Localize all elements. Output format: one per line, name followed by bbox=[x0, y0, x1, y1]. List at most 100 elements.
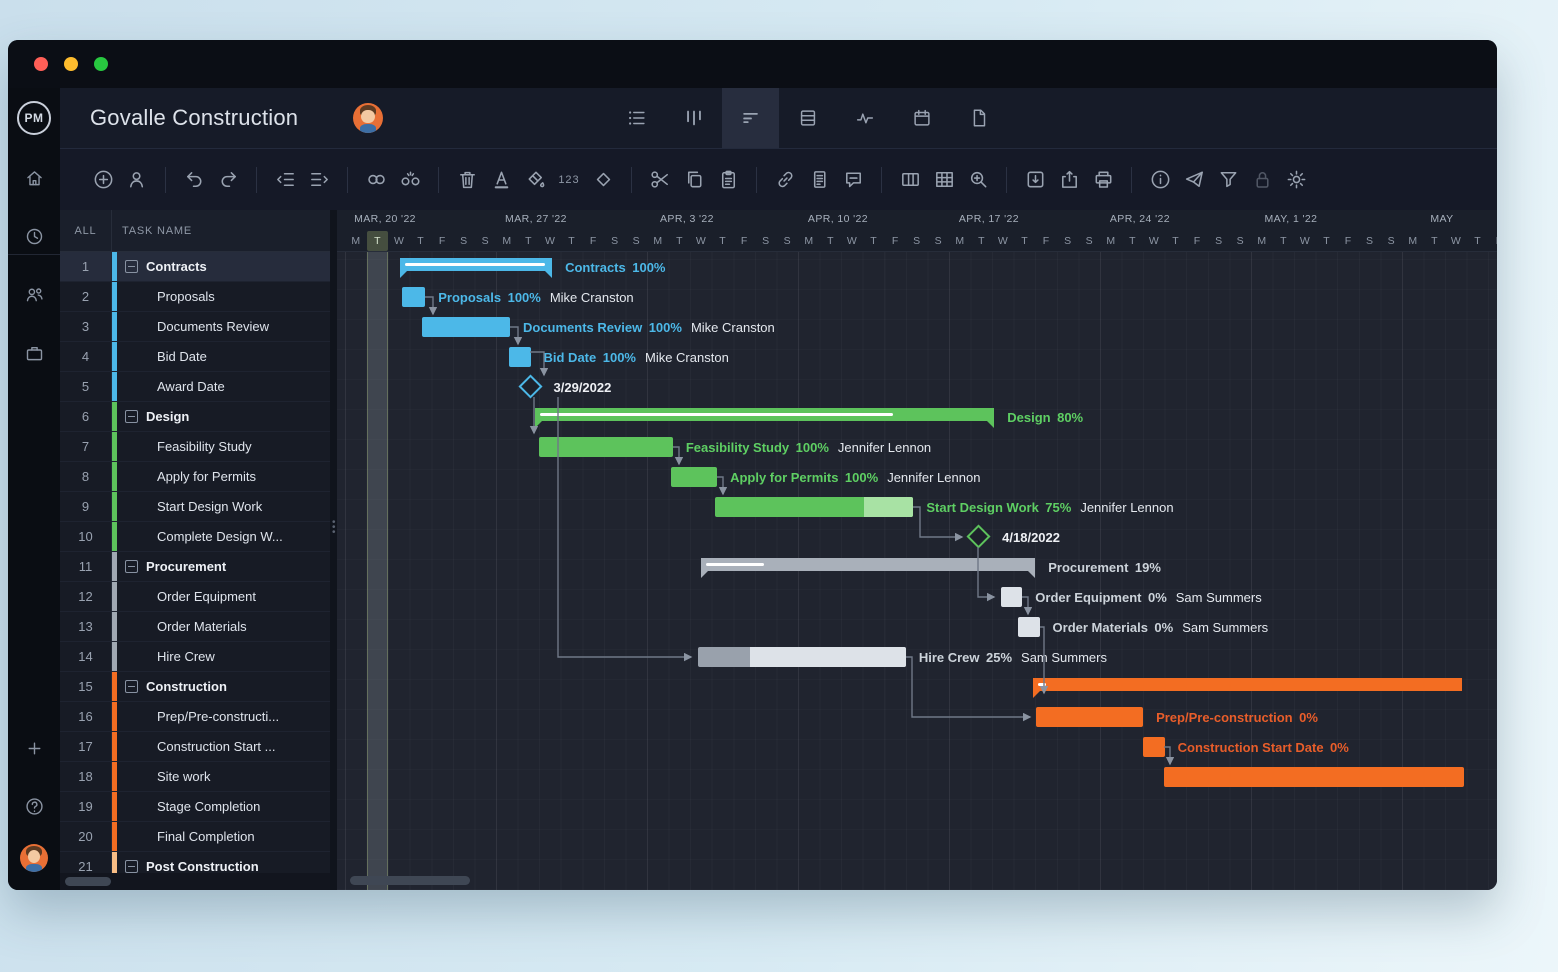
zoom-icon[interactable] bbox=[961, 163, 995, 197]
table-row[interactable]: 13Order Materials bbox=[60, 612, 330, 642]
gantt-task-bar[interactable] bbox=[1143, 737, 1165, 757]
table-row[interactable]: 4Bid Date bbox=[60, 342, 330, 372]
task-name-cell[interactable]: Start Design Work bbox=[117, 492, 330, 521]
lock-icon[interactable] bbox=[1245, 163, 1279, 197]
table-row[interactable]: 8Apply for Permits bbox=[60, 462, 330, 492]
app-logo[interactable]: PM bbox=[8, 88, 60, 148]
gantt-task-bar[interactable] bbox=[715, 497, 913, 517]
nav-team-icon[interactable] bbox=[8, 276, 60, 312]
gantt-scrollbar-thumb[interactable] bbox=[350, 876, 470, 885]
table-row[interactable]: 20Final Completion bbox=[60, 822, 330, 852]
gantt-summary-bar[interactable] bbox=[535, 408, 994, 421]
collapse-icon[interactable] bbox=[125, 410, 138, 423]
minimize-window-button[interactable] bbox=[64, 57, 78, 71]
gantt-task-bar[interactable] bbox=[402, 287, 425, 307]
gantt-summary-bar[interactable] bbox=[400, 258, 552, 271]
table-icon[interactable] bbox=[927, 163, 961, 197]
attachment-icon[interactable] bbox=[768, 163, 802, 197]
fill-color-icon[interactable] bbox=[518, 163, 552, 197]
print-icon[interactable] bbox=[1086, 163, 1120, 197]
gantt-task-bar[interactable] bbox=[698, 647, 906, 667]
user-avatar[interactable] bbox=[8, 840, 60, 876]
gantt-task-bar[interactable] bbox=[539, 437, 673, 457]
table-row[interactable]: 2Proposals bbox=[60, 282, 330, 312]
copy-icon[interactable] bbox=[677, 163, 711, 197]
notes-icon[interactable] bbox=[802, 163, 836, 197]
maximize-window-button[interactable] bbox=[94, 57, 108, 71]
table-row[interactable]: 15Construction bbox=[60, 672, 330, 702]
task-name-cell[interactable]: Order Materials bbox=[117, 612, 330, 641]
nav-add-icon[interactable] bbox=[8, 730, 60, 766]
gantt-task-bar[interactable] bbox=[1036, 707, 1143, 727]
numbers-icon[interactable]: 123 bbox=[552, 163, 586, 197]
close-window-button[interactable] bbox=[34, 57, 48, 71]
task-name-cell[interactable]: Procurement bbox=[117, 552, 330, 581]
task-name-cell[interactable]: Stage Completion bbox=[117, 792, 330, 821]
panel-resize-handle[interactable]: ••• bbox=[330, 210, 337, 890]
delete-icon[interactable] bbox=[450, 163, 484, 197]
info-icon[interactable] bbox=[1143, 163, 1177, 197]
gantt-task-bar[interactable] bbox=[422, 317, 510, 337]
font-color-icon[interactable] bbox=[484, 163, 518, 197]
gantt-task-bar[interactable] bbox=[509, 347, 531, 367]
add-user-icon[interactable] bbox=[120, 163, 154, 197]
milestone-icon[interactable] bbox=[586, 163, 620, 197]
table-row[interactable]: 10Complete Design W... bbox=[60, 522, 330, 552]
settings-icon[interactable] bbox=[1279, 163, 1313, 197]
task-name-cell[interactable]: Hire Crew bbox=[117, 642, 330, 671]
collapse-icon[interactable] bbox=[125, 560, 138, 573]
export-icon[interactable] bbox=[1052, 163, 1086, 197]
task-name-cell[interactable]: Final Completion bbox=[117, 822, 330, 851]
tab-document[interactable] bbox=[950, 88, 1007, 148]
table-row[interactable]: 3Documents Review bbox=[60, 312, 330, 342]
indent-icon[interactable] bbox=[302, 163, 336, 197]
task-name-cell[interactable]: Award Date bbox=[117, 372, 330, 401]
unlink-tasks-icon[interactable] bbox=[393, 163, 427, 197]
table-row[interactable]: 12Order Equipment bbox=[60, 582, 330, 612]
task-name-cell[interactable]: Feasibility Study bbox=[117, 432, 330, 461]
nav-portfolio-icon[interactable] bbox=[8, 335, 60, 371]
task-name-cell[interactable]: Construction bbox=[117, 672, 330, 701]
nav-help-icon[interactable] bbox=[8, 788, 60, 824]
gantt-summary-bar[interactable] bbox=[1033, 678, 1462, 691]
comment-icon[interactable] bbox=[836, 163, 870, 197]
table-row[interactable]: 17Construction Start ... bbox=[60, 732, 330, 762]
filter-icon[interactable] bbox=[1211, 163, 1245, 197]
task-name-cell[interactable]: Documents Review bbox=[117, 312, 330, 341]
table-row[interactable]: 1Contracts bbox=[60, 252, 330, 282]
column-header-task-name[interactable]: TASK NAME bbox=[112, 210, 330, 251]
table-row[interactable]: 9Start Design Work bbox=[60, 492, 330, 522]
task-name-cell[interactable]: Bid Date bbox=[117, 342, 330, 371]
table-row[interactable]: 7Feasibility Study bbox=[60, 432, 330, 462]
gantt-task-bar[interactable] bbox=[1018, 617, 1040, 637]
nav-timesheet-icon[interactable] bbox=[8, 218, 60, 254]
tab-sheet[interactable] bbox=[779, 88, 836, 148]
task-name-cell[interactable]: Construction Start ... bbox=[117, 732, 330, 761]
project-owner-avatar[interactable] bbox=[353, 103, 383, 133]
nav-home-icon[interactable] bbox=[8, 160, 60, 196]
task-name-cell[interactable]: Contracts bbox=[117, 252, 330, 281]
share-icon[interactable] bbox=[1177, 163, 1211, 197]
milestone-diamond[interactable] bbox=[967, 524, 991, 548]
milestone-diamond[interactable] bbox=[518, 374, 542, 398]
gantt-task-bar[interactable] bbox=[1164, 767, 1465, 787]
tab-board[interactable] bbox=[665, 88, 722, 148]
table-row[interactable]: 6Design bbox=[60, 402, 330, 432]
collapse-icon[interactable] bbox=[125, 860, 138, 873]
task-panel-scrollbar-thumb[interactable] bbox=[65, 877, 111, 886]
table-row[interactable]: 14Hire Crew bbox=[60, 642, 330, 672]
import-icon[interactable] bbox=[1018, 163, 1052, 197]
cut-icon[interactable] bbox=[643, 163, 677, 197]
columns-icon[interactable] bbox=[893, 163, 927, 197]
collapse-icon[interactable] bbox=[125, 680, 138, 693]
paste-icon[interactable] bbox=[711, 163, 745, 197]
task-name-cell[interactable]: Apply for Permits bbox=[117, 462, 330, 491]
tab-activity[interactable] bbox=[836, 88, 893, 148]
undo-icon[interactable] bbox=[177, 163, 211, 197]
task-name-cell[interactable]: Site work bbox=[117, 762, 330, 791]
table-row[interactable]: 18Site work bbox=[60, 762, 330, 792]
collapse-icon[interactable] bbox=[125, 260, 138, 273]
task-name-cell[interactable]: Complete Design W... bbox=[117, 522, 330, 551]
task-name-cell[interactable]: Design bbox=[117, 402, 330, 431]
gantt-task-bar[interactable] bbox=[671, 467, 717, 487]
